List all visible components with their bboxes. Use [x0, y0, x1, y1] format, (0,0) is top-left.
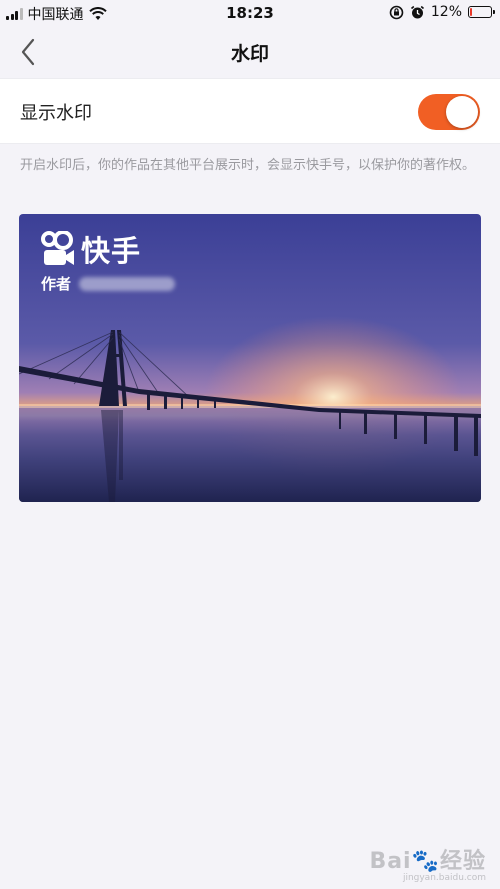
watermark-brand-text: 快手 — [81, 234, 142, 268]
battery-icon — [468, 6, 495, 18]
blurred-author-id — [79, 276, 176, 291]
battery-level — [470, 8, 472, 16]
watermark-author: 作者 — [41, 273, 176, 294]
watermark-author-label: 作者 — [41, 275, 72, 293]
watermark-toggle[interactable] — [418, 94, 480, 130]
kuaishou-watermark-logo: 快手 — [41, 228, 141, 270]
watermark-hint-text: 开启水印后，你的作品在其他平台展示时，会显示快手号，以保护你的著作权。 — [20, 158, 476, 173]
baidu-watermark-logo: Bai🐾经验 — [369, 849, 486, 874]
watermark-setting-row: 显示水印 — [0, 78, 500, 144]
lock-rotation-icon — [389, 5, 404, 19]
alarm-icon — [410, 5, 424, 18]
watermark-preview-image: 快手 作者 — [19, 214, 481, 502]
nav-bar: 水印 — [0, 26, 500, 78]
toggle-knob — [446, 96, 478, 128]
status-bar: 中国联通 18:23 12% — [0, 0, 500, 26]
baidu-jingyan-watermark: Bai🐾经验 jingyan.baidu.com — [369, 843, 486, 883]
watermark-setting-label: 显示水印 — [20, 103, 92, 124]
kuaishou-logo-icon — [41, 231, 74, 265]
battery-percent: 12% — [430, 4, 462, 20]
page-title: 水印 — [230, 43, 269, 65]
status-right: 12% — [389, 4, 495, 20]
